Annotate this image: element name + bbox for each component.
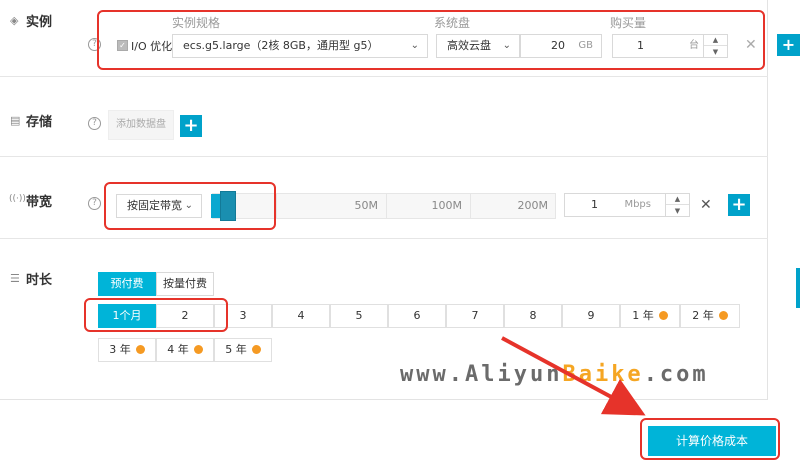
arrow-annotation: [501, 336, 646, 416]
arrow-line: [501, 336, 646, 416]
calculate-price-button[interactable]: 计算价格成本: [648, 426, 776, 456]
